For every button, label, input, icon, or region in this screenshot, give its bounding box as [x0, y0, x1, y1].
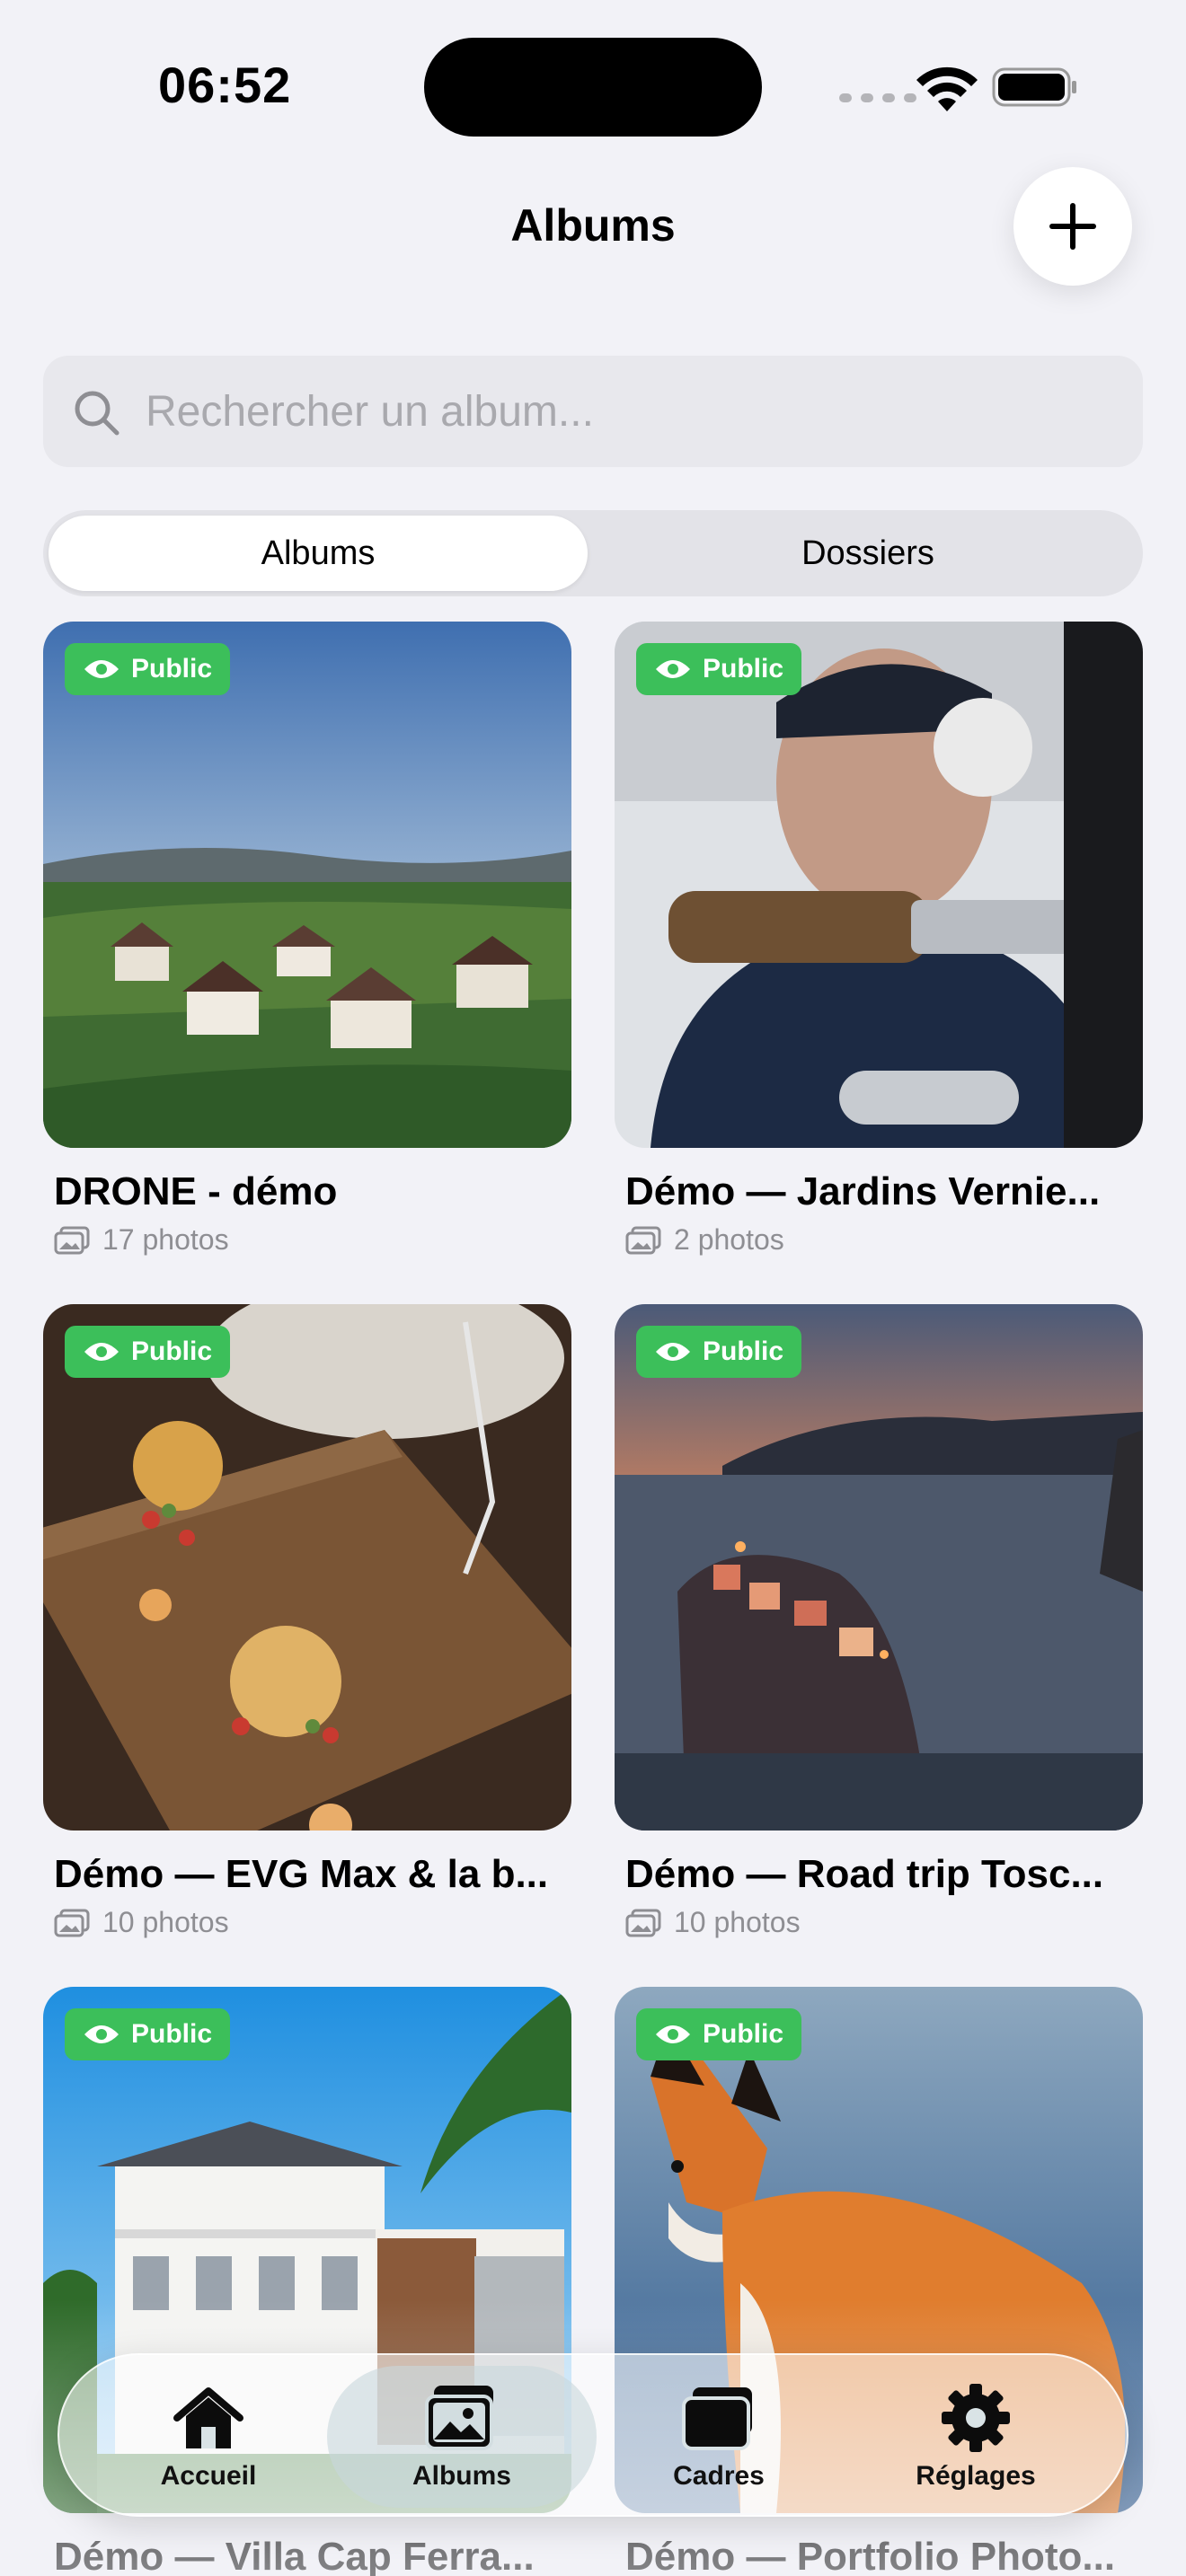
album-meta: 10 photos — [615, 1906, 1143, 1939]
tab-home-label: Accueil — [160, 2461, 257, 2491]
segment-folders[interactable]: Dossiers — [598, 516, 1137, 591]
coastal-village-image — [615, 1304, 1143, 1831]
photo-count: 10 photos — [674, 1906, 801, 1938]
album-title: DRONE - démo — [54, 1169, 338, 1213]
search-input[interactable] — [146, 375, 1116, 447]
public-badge-label: Public — [703, 1337, 784, 1366]
gear-icon — [942, 2384, 1010, 2452]
public-badge-label: Public — [131, 654, 213, 684]
wifi-icon — [916, 66, 978, 111]
albums-screen: 06:52 Albums Albums Dossiers — [0, 0, 1186, 2576]
photos-icon — [625, 1909, 661, 1936]
album-title: Démo — Road trip Tosc... — [625, 1852, 1104, 1896]
tab-settings[interactable]: Réglages — [841, 2366, 1111, 2508]
dynamic-island — [424, 38, 762, 137]
tab-settings-label: Réglages — [916, 2461, 1036, 2491]
tab-frames[interactable]: Cadres — [584, 2366, 854, 2508]
status-bar: 06:52 — [0, 0, 1186, 162]
eye-icon — [84, 660, 119, 678]
photo-stack-icon — [425, 2386, 493, 2450]
search-icon — [75, 391, 119, 436]
tab-bar: Accueil Albums Cadres Réglages — [58, 2353, 1128, 2517]
photos-icon — [625, 1226, 661, 1254]
eye-icon — [656, 660, 690, 678]
album-card[interactable]: Public Démo — Road trip Tosc... 10 photo… — [615, 1304, 1143, 1939]
album-card[interactable]: Public Démo — EVG Max & la b... 10 photo… — [43, 1304, 571, 1939]
frames-icon — [682, 2387, 752, 2450]
tab-albums[interactable]: Albums — [327, 2366, 597, 2508]
drone-landscape-image — [43, 622, 571, 1148]
status-time: 06:52 — [158, 57, 292, 113]
page-title: Albums — [510, 200, 676, 251]
public-badge: Public — [65, 643, 231, 695]
public-badge: Public — [65, 1326, 231, 1378]
plus-icon — [1049, 203, 1096, 250]
tab-frames-label: Cadres — [673, 2461, 765, 2491]
album-title: Démo — EVG Max & la b... — [54, 1852, 549, 1896]
tab-home[interactable]: Accueil — [74, 2366, 343, 2508]
public-badge-label: Public — [703, 2019, 784, 2049]
album-title: Démo — Portfolio Photo... — [625, 2535, 1116, 2576]
album-thumbnail[interactable]: Public — [43, 622, 571, 1148]
album-title: Démo — Jardins Vernie... — [625, 1169, 1101, 1213]
segment-albums[interactable]: Albums — [49, 516, 588, 591]
photos-icon — [54, 1226, 90, 1254]
album-meta: 2 photos — [615, 1223, 1143, 1257]
battery-icon — [992, 67, 1076, 107]
public-badge-label: Public — [131, 1337, 213, 1366]
public-badge: Public — [65, 2008, 231, 2060]
public-badge: Public — [636, 2008, 802, 2060]
cellular-signal-icon — [839, 93, 916, 102]
album-card[interactable]: Public DRONE - démo 17 photos — [43, 622, 571, 1257]
album-meta: 10 photos — [43, 1906, 571, 1939]
album-card[interactable]: Public Démo — Jardins Vernie... 2 photos — [615, 622, 1143, 1257]
album-thumbnail[interactable]: Public — [615, 622, 1143, 1148]
add-album-button[interactable] — [1013, 167, 1132, 286]
eye-icon — [656, 1343, 690, 1361]
eye-icon — [84, 2025, 119, 2043]
public-badge-label: Public — [703, 654, 784, 684]
public-badge: Public — [636, 1326, 802, 1378]
album-meta: 17 photos — [43, 1223, 571, 1257]
photo-count: 2 photos — [674, 1223, 784, 1256]
public-badge-label: Public — [131, 2019, 213, 2049]
food-plate-image — [43, 1304, 571, 1831]
eye-icon — [656, 2025, 690, 2043]
photo-count: 10 photos — [102, 1906, 229, 1938]
tab-albums-label: Albums — [412, 2461, 511, 2491]
album-title: Démo — Villa Cap Ferra... — [54, 2535, 535, 2576]
album-thumbnail[interactable]: Public — [615, 1304, 1143, 1831]
public-badge: Public — [636, 643, 802, 695]
photo-count: 17 photos — [102, 1223, 229, 1256]
eye-icon — [84, 1343, 119, 1361]
album-thumbnail[interactable]: Public — [43, 1304, 571, 1831]
photos-icon — [54, 1909, 90, 1936]
search-bar[interactable] — [43, 356, 1143, 467]
house-icon — [173, 2387, 243, 2448]
man-with-tool-image — [615, 622, 1143, 1148]
view-segmented-control: Albums Dossiers — [43, 510, 1143, 596]
